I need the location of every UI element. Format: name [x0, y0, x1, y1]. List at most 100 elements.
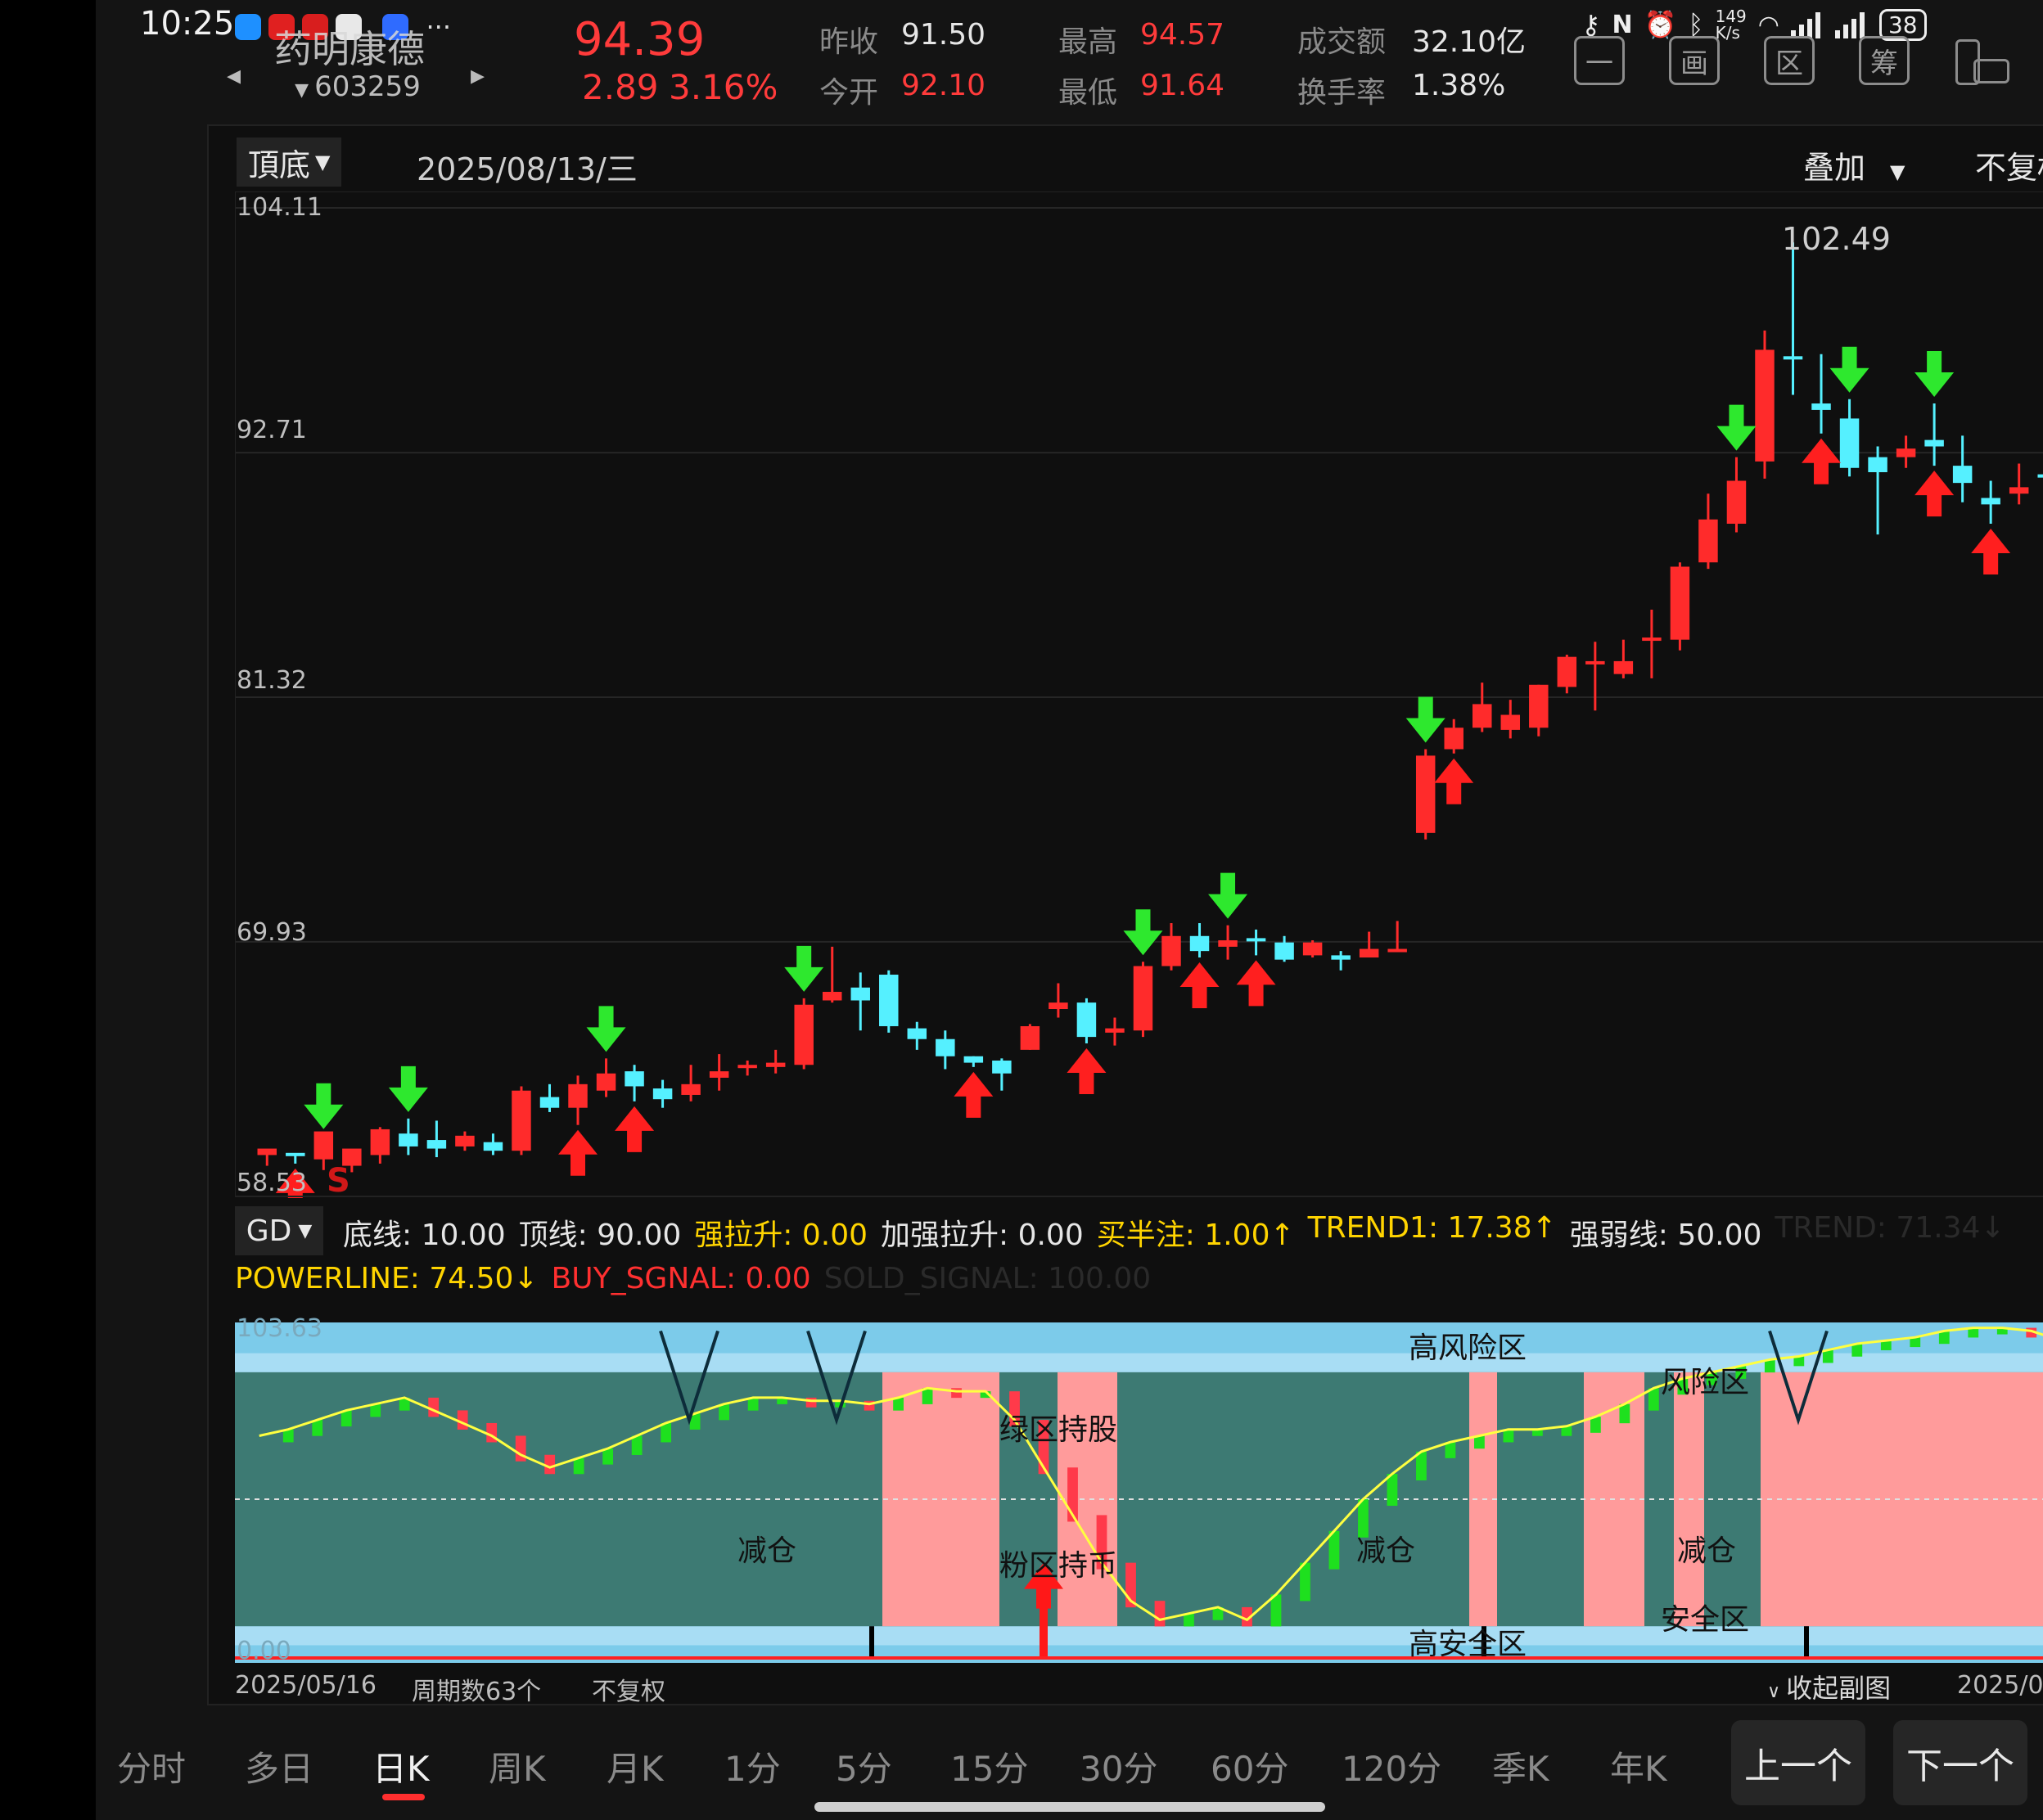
chips-tool-button[interactable]: 筹 [1859, 36, 1910, 85]
candle-body-51 [1698, 519, 1718, 563]
candle-body-16 [709, 1071, 729, 1078]
tab-intraday[interactable]: 分时 [117, 1741, 186, 1791]
tab-30min[interactable]: 30分 [1080, 1741, 1157, 1791]
candle-body-45 [1529, 684, 1549, 728]
zone-reduce-2: 减仓 [1356, 1534, 1416, 1568]
trend-bar-10 [544, 1454, 556, 1475]
prev-close-label: 昨收 [819, 25, 879, 59]
buy-arrow-5 [1179, 962, 1220, 1009]
adjust-dropdown[interactable]: 不复权▼ [1975, 142, 2043, 187]
next-stock-icon[interactable]: ▸ [471, 59, 485, 92]
candle-body-36 [1274, 942, 1294, 960]
next-stock-button[interactable]: 下一个 [1893, 1720, 2027, 1805]
tab-monthly-k[interactable]: 月K [607, 1741, 664, 1791]
legend-item-6: 强弱线: 50.00 [1569, 1219, 1762, 1252]
zone-high-risk: 高风险区 [1409, 1331, 1527, 1365]
candle-body-12 [596, 1073, 616, 1091]
minus-tool-button[interactable]: 一 [1574, 36, 1625, 85]
range-tool-button[interactable]: 区 [1764, 36, 1815, 85]
alarm-icon: ⏰ [1644, 9, 1677, 40]
trend-bar-19 [805, 1397, 817, 1408]
candle-body-4 [370, 1128, 390, 1156]
chevron-down-icon: ∨ [1767, 1682, 1787, 1702]
candle-body-14 [652, 1088, 673, 1100]
candle-body-10 [539, 1097, 560, 1108]
tab-1min[interactable]: 1分 [724, 1741, 781, 1791]
trend-bar-24 [951, 1388, 962, 1399]
zone-reduce-1: 减仓 [737, 1534, 797, 1568]
sell-arrow-0 [304, 1083, 344, 1129]
candle-body-7 [455, 1135, 475, 1147]
indicator-type-label: 頂底 [248, 146, 311, 183]
bottom-signal-0 [869, 1626, 874, 1658]
candlestick-chart[interactable] [235, 191, 2043, 1198]
candle-body-27 [1020, 1025, 1040, 1050]
candle-body-34 [1218, 940, 1238, 947]
y-tick-1: 104.11 [237, 193, 322, 222]
tab-60min[interactable]: 60分 [1211, 1741, 1288, 1791]
candle-body-23 [907, 1028, 927, 1039]
candle-body-24 [936, 1038, 955, 1056]
indicator-legend-row1: 底线: 10.00 顶线: 90.00 强拉升: 0.00 加强拉升: 0.00 买半注… [343, 1211, 2005, 1254]
collapse-subchart-button[interactable]: ∨ 收起副图 [1767, 1668, 1891, 1705]
candle-body-47 [1585, 660, 1605, 664]
tab-multiday[interactable]: 多日 [245, 1741, 313, 1791]
trend-bar-6 [428, 1397, 440, 1417]
stock-code-selector[interactable]: ▼ 603259 [243, 70, 472, 103]
legend-item-0: 底线: 10.00 [343, 1219, 506, 1252]
legend-item-7: TREND: 71.34↓ [1775, 1211, 2005, 1245]
landscape-toggle-icon[interactable] [1954, 36, 2011, 88]
tab-5min[interactable]: 5分 [836, 1741, 892, 1791]
sell-arrow-3 [784, 945, 824, 992]
tab-quarterly-k[interactable]: 季K [1492, 1741, 1549, 1791]
zone-safe: 安全区 [1661, 1603, 1750, 1637]
collapse-label: 收起副图 [1786, 1673, 1892, 1704]
candle-body-48 [1613, 660, 1634, 674]
sell-arrow-9 [1914, 351, 1955, 398]
sell-arrow-6 [1405, 696, 1445, 743]
draw-tool-button[interactable]: 画 [1669, 36, 1720, 85]
sub-indicator-dropdown[interactable]: GD ▼ [235, 1206, 323, 1255]
speed-value: 149 [1715, 7, 1747, 26]
legend-item-5: TREND1: 17.38↑ [1307, 1211, 1557, 1245]
prev-close-value: 91.50 [901, 18, 986, 52]
candle-body-19 [794, 1004, 814, 1065]
candle-body-9 [512, 1090, 531, 1151]
status-time: 10:25 [140, 5, 235, 43]
buy-arrow-2 [615, 1106, 655, 1152]
candle-body-43 [1472, 704, 1492, 728]
candle-body-18 [765, 1062, 786, 1067]
legend-item-row2-0: POWERLINE: 74.50↓ [235, 1262, 539, 1295]
candle-body-29 [1076, 1002, 1097, 1038]
x-axis-end-date: 2025/08/13 [1957, 1671, 2043, 1700]
candle-body-44 [1500, 714, 1521, 730]
sell-arrow-7 [1716, 404, 1757, 451]
bottom-signal-2 [1804, 1626, 1809, 1658]
candle-body-33 [1189, 935, 1210, 952]
candle-body-13 [625, 1071, 644, 1087]
sell-arrow-5 [1208, 872, 1248, 919]
signal-icon-1 [1790, 12, 1820, 38]
amount-label: 成交额 [1297, 25, 1387, 59]
x-axis-adjust: 不复权 [592, 1678, 665, 1706]
candle-body-6 [426, 1140, 447, 1149]
tab-15min[interactable]: 15分 [950, 1741, 1028, 1791]
home-indicator[interactable] [814, 1802, 1325, 1812]
sub-indicator-label: GD [246, 1214, 292, 1248]
candle-body-26 [992, 1060, 1012, 1074]
candle-body-56 [1839, 418, 1860, 468]
tab-daily-k[interactable]: 日K [372, 1741, 430, 1791]
tab-weekly-k[interactable]: 周K [489, 1741, 546, 1791]
overlay-dropdown[interactable]: 叠加 ▼ [1803, 142, 1905, 187]
zone-risk: 风险区 [1661, 1366, 1750, 1399]
candle-body-46 [1557, 656, 1577, 687]
gd-indicator-chart[interactable] [235, 1322, 2043, 1663]
candle-body-40 [1387, 948, 1407, 953]
candle-body-60 [1952, 466, 1973, 484]
indicator-type-dropdown[interactable]: 頂底 ▼ [237, 137, 342, 187]
tab-120min[interactable]: 120分 [1342, 1741, 1441, 1791]
trend-bar-7 [457, 1410, 468, 1430]
prev-stock-button[interactable]: 上一个 [1731, 1720, 1865, 1805]
tab-yearly-k[interactable]: 年K [1610, 1741, 1667, 1791]
network-speed: 149 K/s [1716, 8, 1747, 41]
